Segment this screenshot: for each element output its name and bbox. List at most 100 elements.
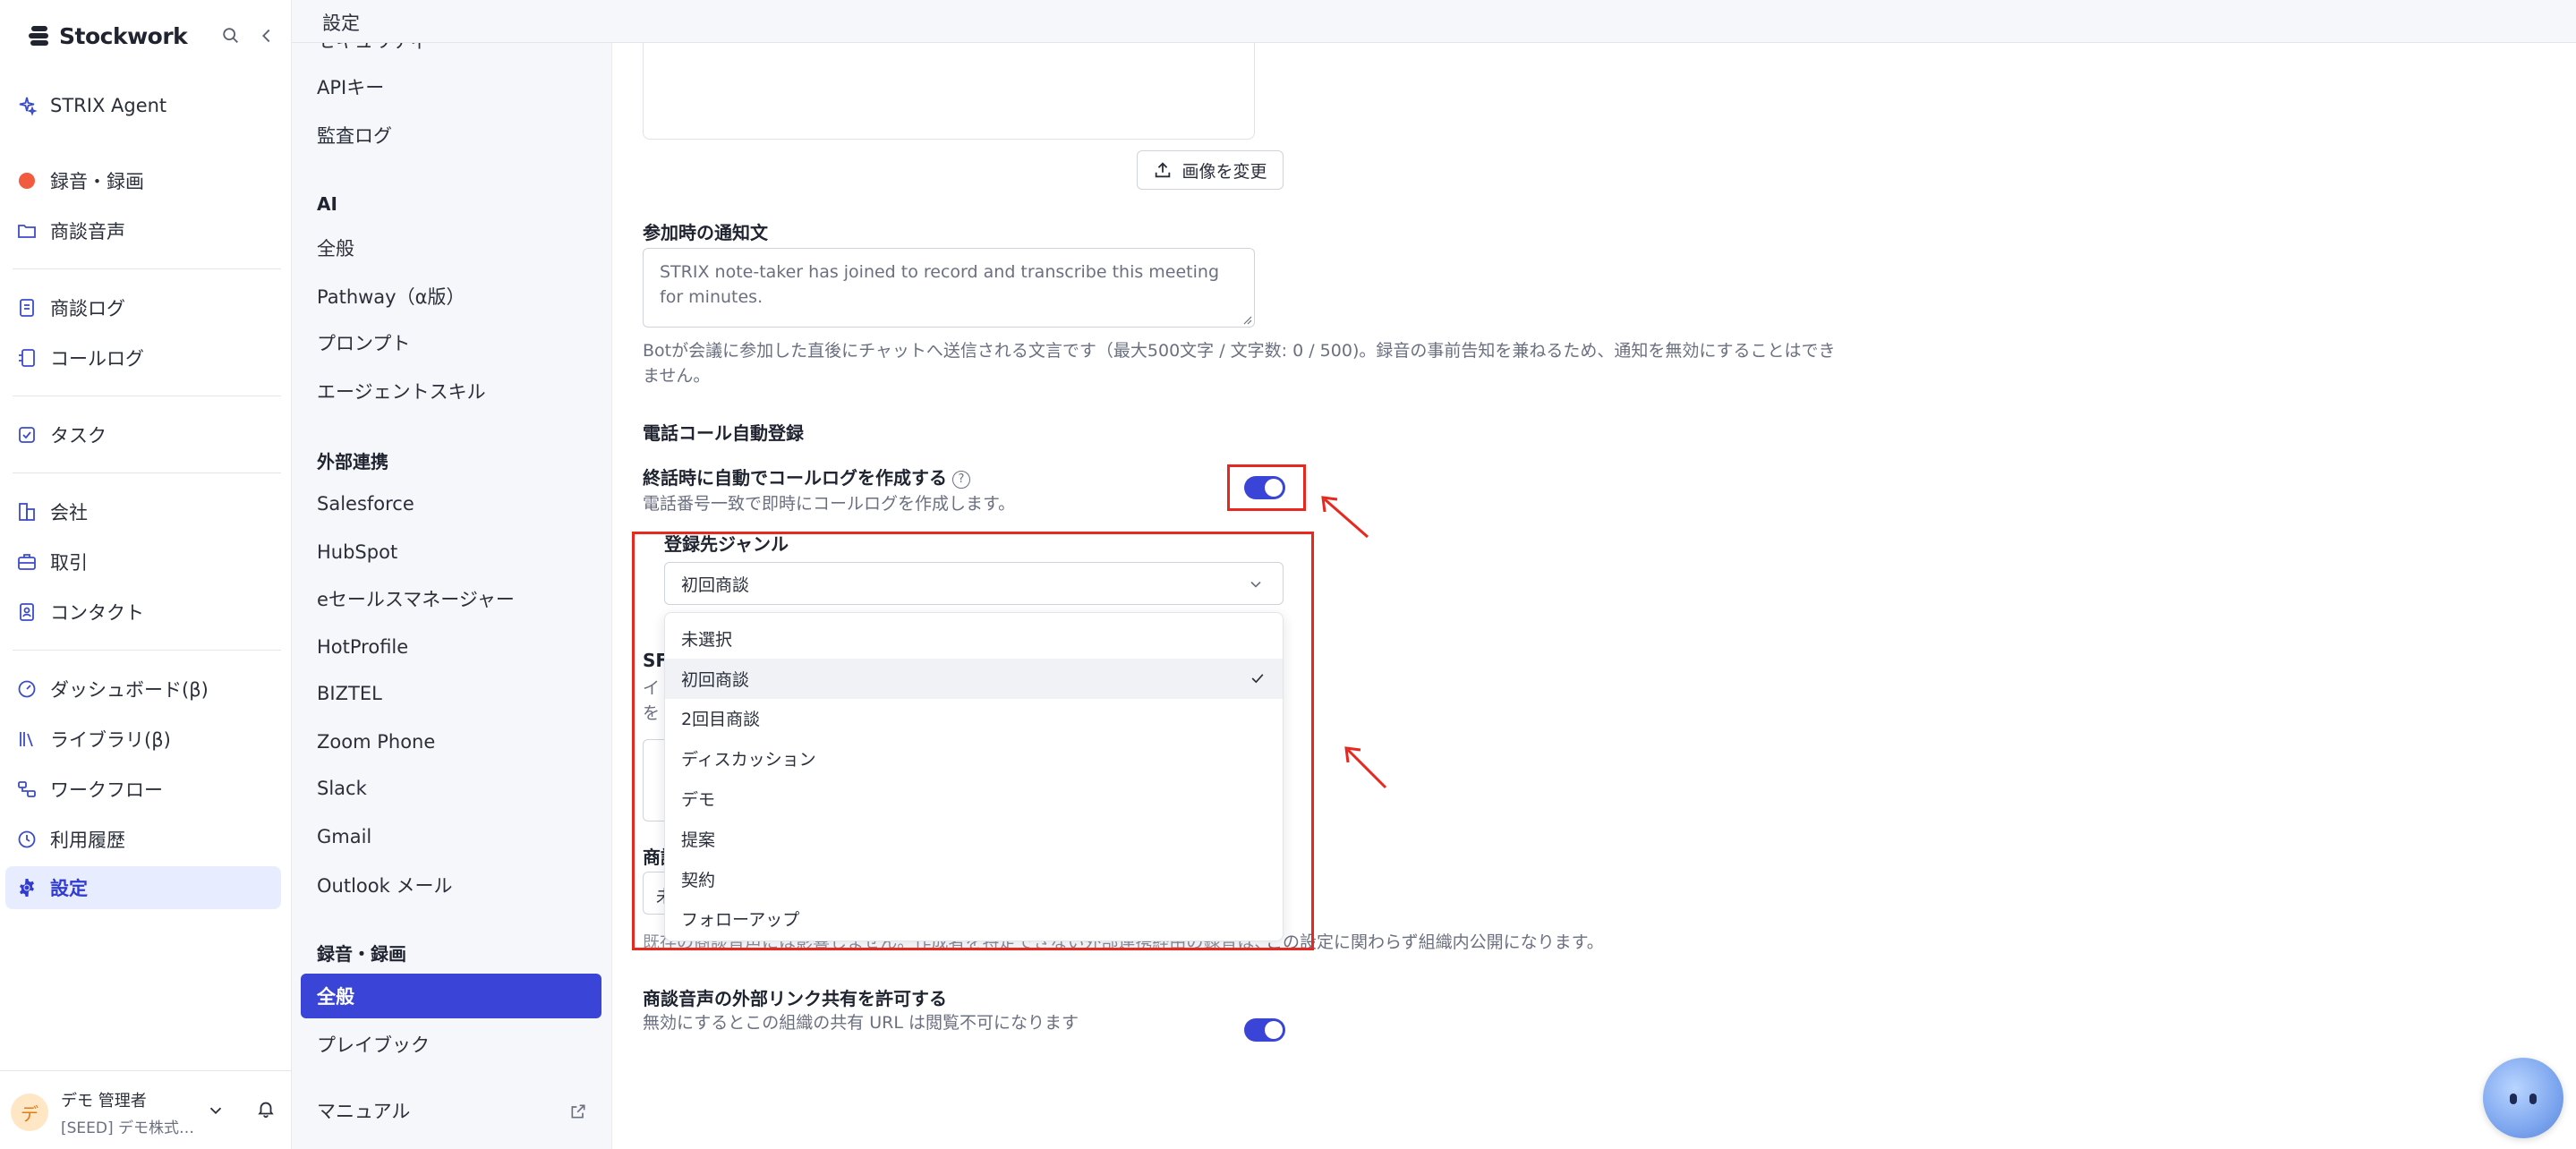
phone-log-icon — [19, 349, 35, 367]
nav-label: 録音・録画 — [50, 171, 144, 192]
join-notice-help-line1: Botが会議に参加した直後にチャットへ送信される文言です（最大500文字 / 文… — [643, 341, 1836, 361]
nav-library[interactable]: ライブラリ(β) — [5, 718, 281, 761]
nav-label: コンタクト — [50, 602, 144, 624]
brand[interactable]: Stockwork — [25, 20, 188, 52]
nav-divider — [13, 650, 281, 651]
genre-select-value: 初回商談 — [681, 574, 750, 595]
assistant-eye-icon — [2529, 1094, 2537, 1104]
menu-item-api-keys[interactable]: APIキー — [301, 64, 601, 109]
menu-item-pathway[interactable]: Pathway（α版） — [301, 274, 601, 319]
nav-divider — [13, 268, 281, 269]
nav-label: ワークフロー — [50, 779, 163, 801]
change-image-label: 画像を変更 — [1181, 161, 1267, 182]
menu-item-playbook[interactable]: プレイブック — [301, 1022, 601, 1067]
genre-option[interactable]: 2回目商談 — [665, 699, 1283, 739]
nav-strix-agent[interactable]: STRIX Agent — [5, 84, 281, 127]
join-notice-help: Botが会議に参加した直後にチャットへ送信される文言です（最大500文字 / 文… — [643, 338, 1932, 388]
auto-call-toggle[interactable] — [1244, 476, 1285, 499]
genre-option-selected[interactable]: 初回商談 — [665, 658, 1283, 699]
menu-item-audit-log[interactable]: 監査ログ — [301, 113, 601, 157]
settings-content: 画像を変更 参加時の通知文 STRIX note-taker has joine… — [612, 43, 2576, 1149]
brand-name: Stockwork — [59, 22, 188, 49]
header-bar: 設定 — [292, 0, 2576, 43]
genre-option[interactable]: ディスカッション — [665, 738, 1283, 779]
nav-dashboard[interactable]: ダッシュボード(β) — [5, 668, 281, 711]
help-circle-icon[interactable]: ? — [952, 471, 970, 489]
search-icon[interactable] — [218, 23, 243, 48]
nav-company[interactable]: 会社 — [5, 490, 281, 533]
nav-call-log[interactable]: コールログ — [5, 336, 281, 379]
nav-contacts[interactable]: コンタクト — [5, 591, 281, 634]
nav-label: タスク — [50, 425, 107, 447]
join-notice-textarea[interactable]: STRIX note-taker has joined to record an… — [643, 248, 1255, 328]
page-title: 設定 — [322, 13, 360, 34]
auto-call-section-title: 電話コール自動登録 — [643, 422, 804, 444]
user-name: デモ 管理者 — [61, 1091, 147, 1111]
menu-item-agent-skills[interactable]: エージェントスキル — [301, 369, 601, 413]
nav-label: 商談ログ — [50, 298, 125, 319]
user-menu[interactable]: デ デモ 管理者 [SEED] デモ株式… — [11, 1085, 279, 1140]
genre-option[interactable]: 契約 — [665, 859, 1283, 899]
genre-option[interactable]: デモ — [665, 779, 1283, 819]
nav-label: 設定 — [50, 878, 88, 899]
sparkle-icon — [19, 97, 38, 116]
menu-item-security[interactable]: セキュリティ — [301, 43, 601, 63]
nav-recording[interactable]: 録音・録画 — [5, 159, 281, 202]
menu-item-slack[interactable]: Slack — [301, 766, 601, 811]
nav-label: ダッシュボード(β) — [50, 679, 209, 701]
external-share-toggle[interactable] — [1244, 1018, 1285, 1042]
check-icon — [1249, 669, 1267, 687]
menu-item-gmail[interactable]: Gmail — [301, 814, 601, 859]
chevron-down-icon[interactable] — [206, 1101, 226, 1120]
auto-call-toggle-label-text: 終話時に自動でコールログを作成する — [643, 467, 947, 489]
genre-option[interactable]: フォローアップ — [665, 899, 1283, 940]
checkbox-icon — [19, 427, 35, 443]
genre-option[interactable]: 未選択 — [665, 618, 1283, 659]
bell-icon[interactable] — [256, 1099, 277, 1120]
collapse-sidebar-icon[interactable] — [254, 23, 279, 48]
app-sidebar: Stockwork STRIX Agent 録音・録画 商談音声 商談ログ コー… — [0, 0, 292, 1149]
nav-divider — [13, 472, 281, 473]
nav-deals[interactable]: 取引 — [5, 540, 281, 583]
settings-menu: セキュリティ APIキー 監査ログ AI 全般 Pathway（α版） プロンプ… — [292, 43, 612, 1149]
change-image-button[interactable]: 画像を変更 — [1137, 150, 1284, 190]
external-share-desc: 無効にするとこの組織の共有 URL は閲覧不可になります — [643, 1013, 1079, 1033]
menu-item-prompt[interactable]: プロンプト — [301, 320, 601, 365]
nav-label: STRIX Agent — [50, 95, 167, 116]
menu-item-ai-general[interactable]: 全般 — [301, 226, 601, 270]
menu-section-ai: AI — [317, 193, 337, 215]
nav-label: 取引 — [50, 552, 88, 574]
nav-label: 商談音声 — [50, 221, 125, 243]
menu-item-manual-label: マニュアル — [317, 1101, 411, 1122]
contact-card-icon — [20, 603, 34, 621]
menu-item-zoom-phone[interactable]: Zoom Phone — [301, 719, 601, 764]
genre-option-label: 初回商談 — [681, 669, 750, 690]
nav-settings[interactable]: 設定 — [5, 866, 281, 909]
menu-item-hotprofile[interactable]: HotProfile — [301, 625, 601, 669]
nav-workflow[interactable]: ワークフロー — [5, 768, 281, 811]
menu-item-salesforce[interactable]: Salesforce — [301, 481, 601, 526]
briefcase-icon — [18, 554, 36, 570]
menu-item-manual[interactable]: マニュアル — [301, 1088, 601, 1133]
genre-option[interactable]: 提案 — [665, 819, 1283, 859]
assistant-eye-icon — [2510, 1094, 2517, 1104]
genre-select[interactable]: 初回商談 — [664, 562, 1284, 605]
clock-icon — [18, 830, 36, 848]
assistant-launcher[interactable] — [2483, 1058, 2563, 1138]
nav-meeting-log[interactable]: 商談ログ — [5, 286, 281, 329]
menu-item-biztel[interactable]: BIZTEL — [301, 671, 601, 716]
auto-call-toggle-label: 終話時に自動でコールログを作成する? — [643, 464, 970, 489]
menu-item-esales-manager[interactable]: eセールスマネージャー — [301, 576, 601, 621]
avatar: デ — [11, 1094, 48, 1131]
nav-tasks[interactable]: タスク — [5, 413, 281, 456]
nav-usage-history[interactable]: 利用履歴 — [5, 818, 281, 861]
record-dot-icon — [19, 173, 35, 189]
resize-handle-icon[interactable] — [1241, 314, 1252, 325]
nav-meeting-audio[interactable]: 商談音声 — [5, 209, 281, 252]
menu-item-hubspot[interactable]: HubSpot — [301, 530, 601, 574]
annotation-arrow-icon — [1321, 496, 1369, 539]
join-notice-help-line2: ません。 — [643, 366, 711, 386]
menu-item-recording-general[interactable]: 全般 — [301, 974, 601, 1018]
visibility-note-visible: この設定に関わらず組織内公開になります。 — [1266, 929, 1604, 953]
menu-item-outlook[interactable]: Outlook メール — [301, 863, 601, 907]
